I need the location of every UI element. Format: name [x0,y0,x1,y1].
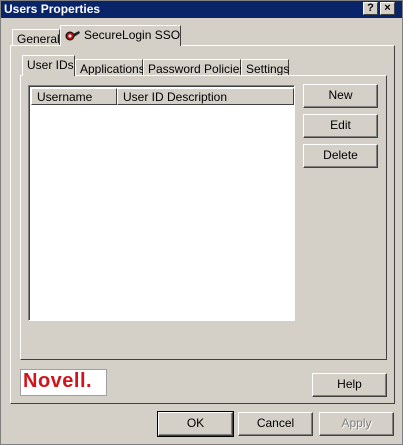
apply-button[interactable]: Apply [319,412,394,436]
user-ids-list[interactable]: Username User ID Description [28,85,295,321]
edit-button-label: Edit [330,118,351,132]
close-icon: × [384,2,391,14]
new-button[interactable]: New [303,84,378,108]
column-header-description[interactable]: User ID Description [117,88,294,105]
tab-user-ids[interactable]: User IDs [22,55,75,76]
window-title: Users Properties [4,2,101,16]
column-username-label: Username [37,90,93,104]
ok-button[interactable]: OK [157,411,234,437]
new-button-label: New [328,88,353,102]
novell-logo-text: Novell. [23,370,93,392]
tab-securelogin-sso[interactable]: SecureLogin SSO [60,25,181,46]
tab-applications-label: Applications [80,62,145,76]
edit-button[interactable]: Edit [303,114,378,138]
help-button[interactable]: Help [312,373,387,397]
apply-button-label: Apply [341,416,372,430]
column-description-label: User ID Description [123,90,228,104]
novell-logo: Novell. [20,369,107,396]
cancel-button-label: Cancel [256,416,295,430]
tab-password-policies-label: Password Policies [148,62,246,76]
cancel-button[interactable]: Cancel [238,412,313,436]
tab-general-label: General [17,32,60,46]
delete-button-label: Delete [323,148,358,162]
help-title-button[interactable]: ? [363,2,378,15]
close-title-button[interactable]: × [380,2,395,15]
delete-button[interactable]: Delete [303,144,378,168]
ok-button-label: OK [186,416,205,430]
tab-settings-label: Settings [246,62,290,76]
list-header: Username User ID Description [31,88,294,105]
tab-user-ids-label: User IDs [27,58,74,72]
tab-securelogin-label: SecureLogin SSO [84,28,181,42]
column-header-username[interactable]: Username [31,88,117,105]
securelogin-key-icon [65,31,80,41]
users-properties-dialog: Users Properties ? × General SecureLogin… [0,0,403,445]
title-bar[interactable]: Users Properties ? × [1,1,402,18]
help-icon: ? [367,2,374,14]
help-button-label: Help [337,377,362,391]
